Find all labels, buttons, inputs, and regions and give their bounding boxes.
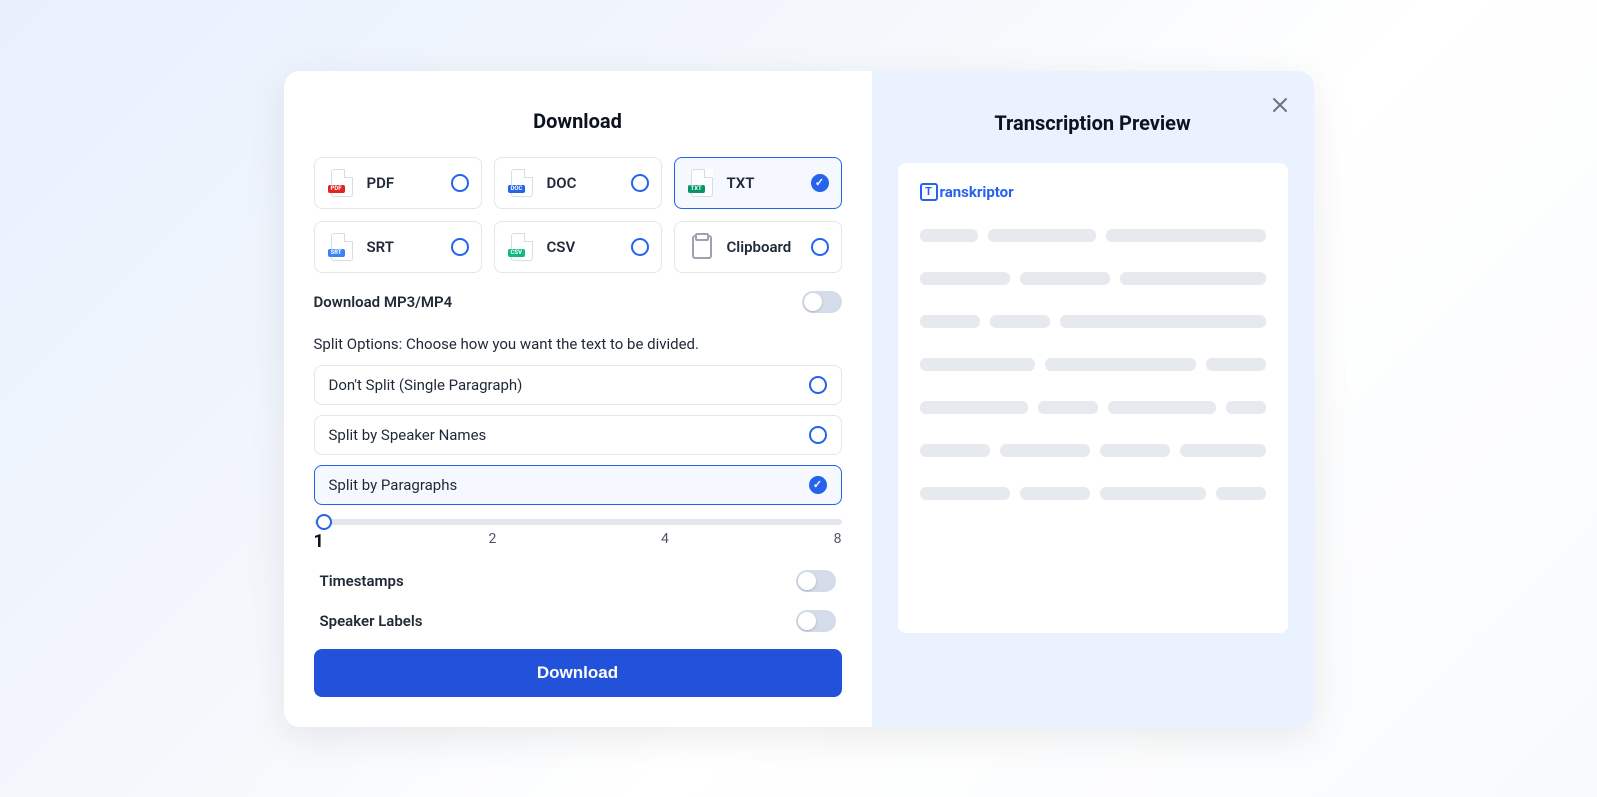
- speaker-labels-row: Speaker Labels: [320, 610, 836, 632]
- split-option-speaker[interactable]: Split by Speaker Names: [314, 415, 842, 455]
- preview-title: Transcription Preview: [898, 111, 1288, 135]
- format-label: PDF: [367, 174, 451, 192]
- mp3mp4-label: Download MP3/MP4: [314, 293, 453, 311]
- split-option-none[interactable]: Don't Split (Single Paragraph): [314, 365, 842, 405]
- slider-tick: 4: [661, 531, 669, 552]
- format-option-pdf[interactable]: PDF PDF: [314, 157, 482, 209]
- radio-indicator: [809, 376, 827, 394]
- logo-letter: T: [920, 183, 938, 201]
- radio-indicator: [811, 238, 829, 256]
- speaker-labels-label: Speaker Labels: [320, 612, 423, 630]
- format-option-csv[interactable]: CSV CSV: [494, 221, 662, 273]
- timestamps-row: Timestamps: [320, 570, 836, 592]
- timestamps-toggle[interactable]: [796, 570, 836, 592]
- pdf-file-icon: PDF: [327, 168, 357, 198]
- preview-card: T ranskriptor: [898, 163, 1288, 633]
- skeleton-row: [920, 272, 1266, 285]
- preview-panel: Transcription Preview T ranskriptor: [872, 71, 1314, 727]
- speaker-labels-toggle[interactable]: [796, 610, 836, 632]
- format-option-srt[interactable]: SRT SRT: [314, 221, 482, 273]
- format-label: SRT: [367, 238, 451, 256]
- skeleton-row: [920, 401, 1266, 414]
- slider-ticks: 1 2 4 8: [314, 531, 842, 552]
- transkriptor-logo: T ranskriptor: [920, 183, 1266, 201]
- clipboard-icon: [687, 232, 717, 262]
- format-label: Clipboard: [727, 238, 811, 256]
- radio-indicator: [631, 174, 649, 192]
- radio-indicator: [451, 174, 469, 192]
- split-label: Split by Speaker Names: [329, 426, 487, 444]
- slider-track[interactable]: [314, 519, 842, 525]
- skeleton-row: [920, 444, 1266, 457]
- skeleton-row: [920, 315, 1266, 328]
- format-grid: PDF PDF DOC DOC TXT TXT SRT SRT CSV: [314, 157, 842, 273]
- csv-file-icon: CSV: [507, 232, 537, 262]
- format-option-doc[interactable]: DOC DOC: [494, 157, 662, 209]
- split-section-label: Split Options: Choose how you want the t…: [314, 335, 842, 353]
- mp3mp4-row: Download MP3/MP4: [314, 291, 842, 313]
- download-config-panel: Download PDF PDF DOC DOC TXT TXT SRT SRT: [284, 71, 872, 727]
- download-modal: Download PDF PDF DOC DOC TXT TXT SRT SRT: [284, 71, 1314, 727]
- radio-indicator: [809, 426, 827, 444]
- split-label: Split by Paragraphs: [329, 476, 458, 494]
- format-option-txt[interactable]: TXT TXT: [674, 157, 842, 209]
- mp3mp4-toggle[interactable]: [802, 291, 842, 313]
- srt-file-icon: SRT: [327, 232, 357, 262]
- logo-text: ranskriptor: [940, 183, 1014, 201]
- slider-tick: 8: [834, 531, 842, 552]
- slider-tick: 1: [314, 531, 324, 552]
- txt-file-icon: TXT: [687, 168, 717, 198]
- slider-tick: 2: [489, 531, 497, 552]
- slider-thumb[interactable]: [316, 514, 332, 530]
- format-label: TXT: [727, 174, 811, 192]
- format-label: CSV: [547, 238, 631, 256]
- skeleton-row: [920, 358, 1266, 371]
- format-option-clipboard[interactable]: Clipboard: [674, 221, 842, 273]
- radio-indicator: [809, 476, 827, 494]
- split-option-paragraphs[interactable]: Split by Paragraphs: [314, 465, 842, 505]
- doc-file-icon: DOC: [507, 168, 537, 198]
- radio-indicator: [451, 238, 469, 256]
- timestamps-label: Timestamps: [320, 572, 404, 590]
- radio-indicator: [631, 238, 649, 256]
- format-label: DOC: [547, 174, 631, 192]
- skeleton-row: [920, 487, 1266, 500]
- download-title: Download: [314, 109, 842, 133]
- skeleton-row: [920, 229, 1266, 242]
- paragraph-slider: 1 2 4 8: [314, 519, 842, 552]
- close-icon[interactable]: [1266, 91, 1294, 119]
- radio-indicator: [811, 174, 829, 192]
- split-label: Don't Split (Single Paragraph): [329, 376, 523, 394]
- download-button[interactable]: Download: [314, 649, 842, 697]
